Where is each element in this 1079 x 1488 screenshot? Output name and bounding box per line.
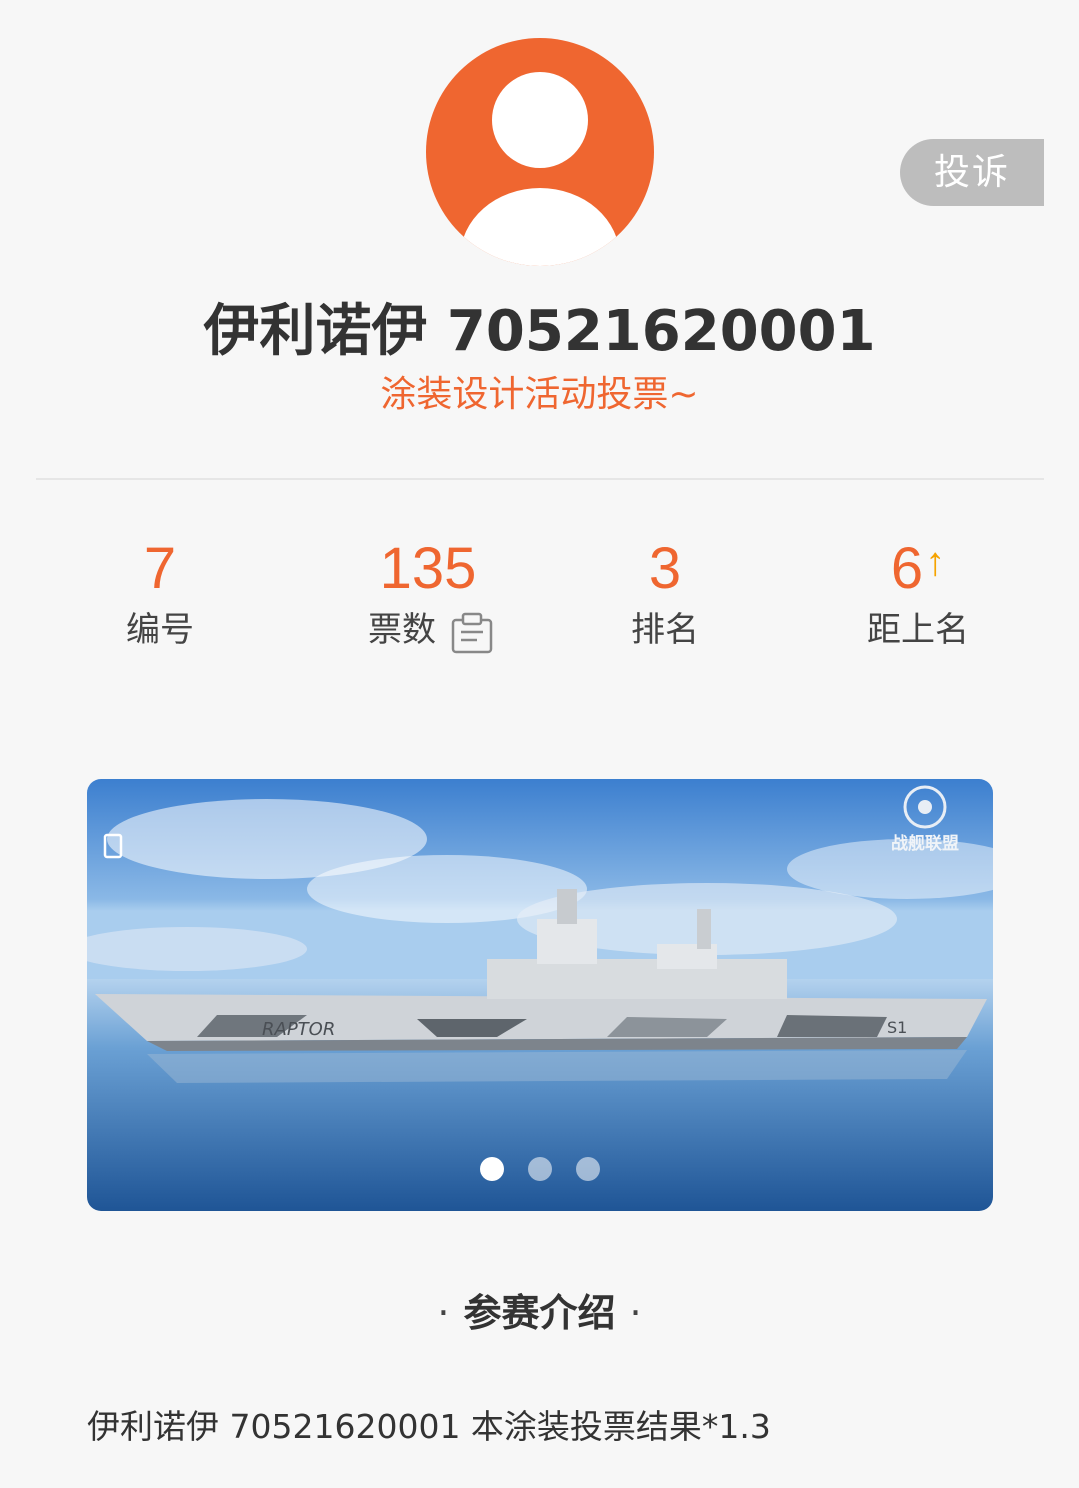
- carousel-dot-3[interactable]: [575, 1157, 600, 1181]
- stat-votes-value: 135: [379, 536, 477, 601]
- clipboard-icon[interactable]: [450, 612, 493, 654]
- stat-gap: 6↑ 距上名: [818, 536, 1018, 654]
- intro-text: 伊利诺伊 70521620001 本涂装投票结果*1.3: [87, 1407, 771, 1446]
- section-title: · 参赛介绍 ·: [0, 1286, 1079, 1340]
- divider: [36, 478, 1044, 480]
- stat-rank-value: 3: [648, 536, 682, 601]
- carousel-dots: [0, 1157, 1079, 1181]
- avatar-head: [492, 72, 588, 168]
- stat-gap-label: 距上名: [867, 610, 969, 650]
- avatar-body: [460, 188, 620, 266]
- stat-gap-value: 6: [890, 536, 924, 601]
- report-button[interactable]: 投诉: [900, 139, 1044, 206]
- carousel-dot-1[interactable]: [479, 1157, 504, 1181]
- carousel-image: RAPTOR S1 战舰联盟: [87, 779, 993, 1211]
- avatar: [426, 38, 654, 266]
- watermark-text: 战舰联盟: [891, 833, 959, 854]
- section-bullet-left: ·: [437, 1291, 450, 1335]
- arrow-up-icon: ↑: [925, 540, 946, 584]
- stat-number-value: 7: [143, 536, 177, 601]
- ship-text-left: RAPTOR: [262, 1019, 335, 1040]
- stat-rank: 3 排名: [565, 536, 765, 654]
- section-title-text: 参赛介绍: [463, 1291, 616, 1335]
- stat-number-label: 编号: [126, 610, 194, 650]
- entry-name: 伊利诺伊 70521620001: [203, 299, 876, 364]
- stat-votes: 135 票数: [313, 536, 543, 654]
- event-subtitle: 涂装设计活动投票~: [380, 374, 699, 415]
- carousel-dot-2[interactable]: [527, 1157, 552, 1181]
- ship-text-right: S1: [887, 1018, 907, 1037]
- stat-rank-label: 排名: [631, 610, 699, 650]
- stat-number: 7 编号: [60, 536, 260, 654]
- section-bullet-right: ·: [629, 1291, 642, 1335]
- stat-votes-label: 票数: [368, 610, 436, 650]
- image-carousel[interactable]: RAPTOR S1 战舰联盟: [87, 779, 993, 1211]
